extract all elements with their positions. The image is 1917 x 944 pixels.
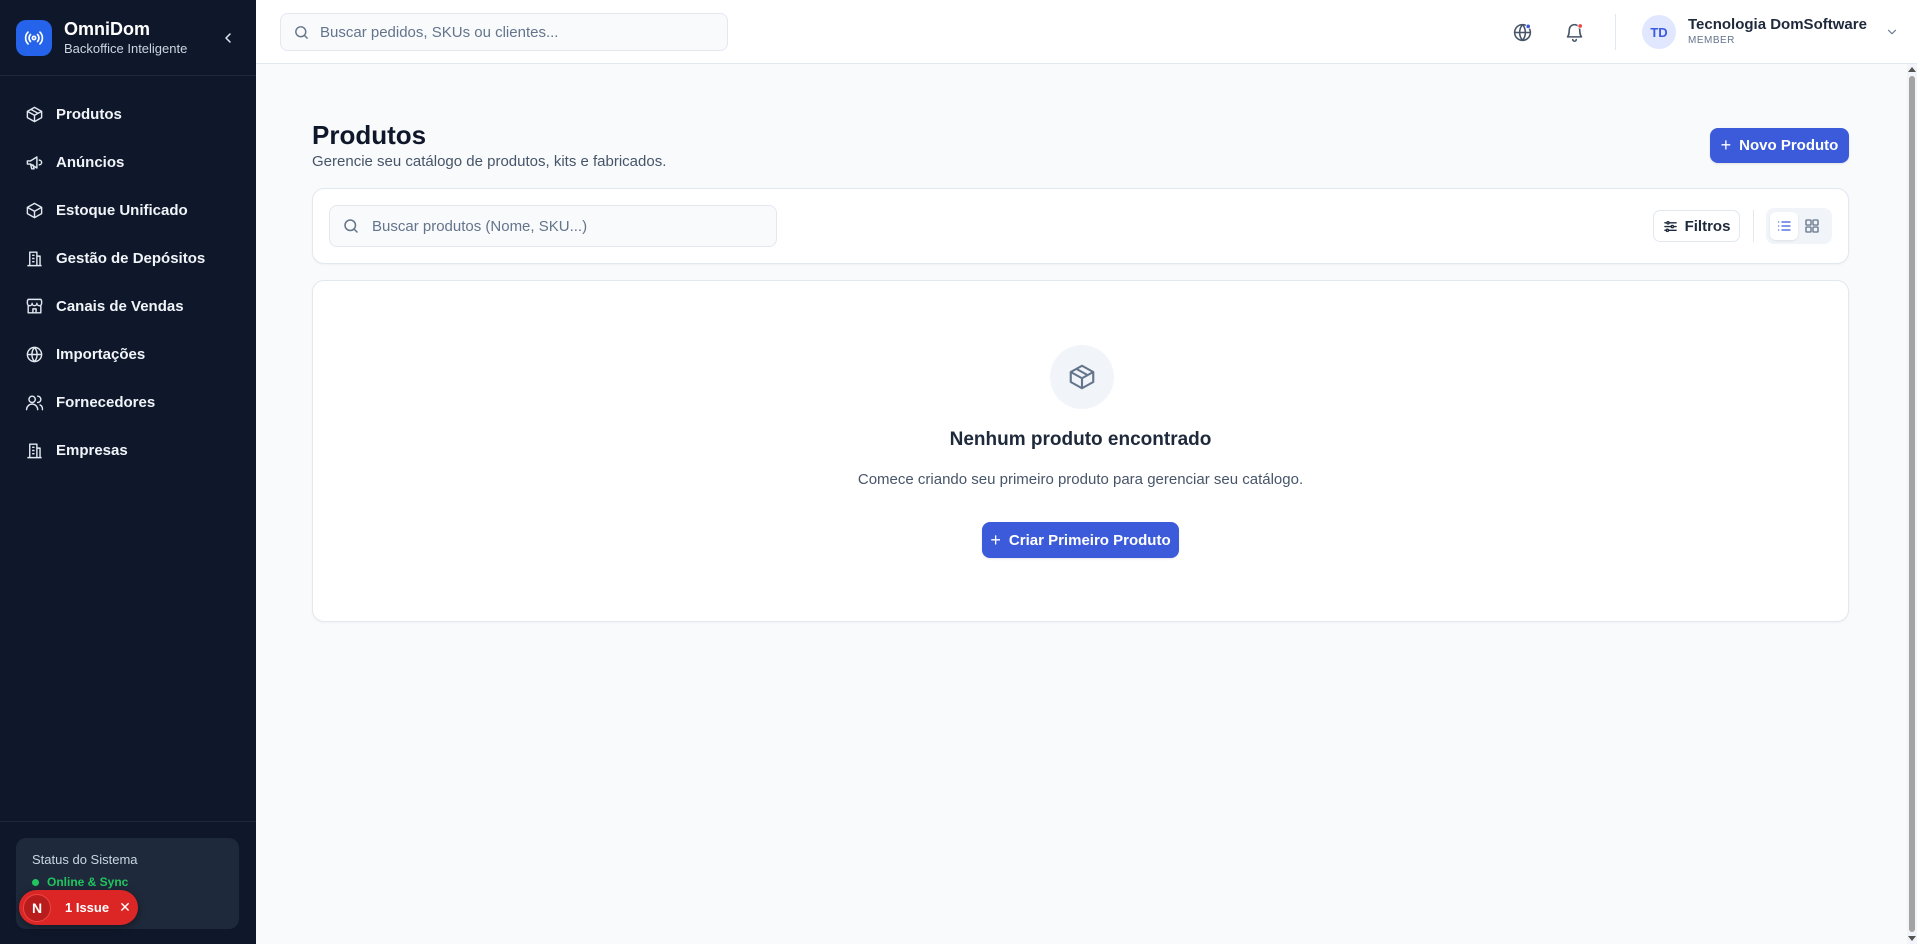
sidebar-item-label: Fornecedores — [56, 393, 156, 411]
top-header: TD Tecnologia DomSoftware MEMBER — [256, 0, 1917, 64]
sidebar-item-label: Produtos — [56, 105, 122, 123]
grid-icon — [1805, 219, 1819, 233]
sidebar-item-empresas[interactable]: Empresas — [0, 426, 256, 474]
search-icon — [293, 24, 310, 41]
notifications-button[interactable] — [1562, 20, 1586, 44]
chevron-down-icon — [1885, 25, 1899, 39]
product-search — [329, 205, 777, 247]
page-scrollbar[interactable] — [1907, 64, 1917, 944]
plus-icon: + — [1720, 135, 1732, 155]
grid-view-button[interactable] — [1798, 212, 1826, 240]
toolbar-divider — [1753, 210, 1754, 242]
megaphone-icon — [24, 152, 44, 172]
sidebar-item-label: Empresas — [56, 441, 128, 459]
sidebar-item-label: Anúncios — [56, 153, 125, 171]
scroll-thumb[interactable] — [1909, 76, 1915, 932]
empty-state-title: Nenhum produto encontrado — [949, 429, 1212, 450]
page-title: Produtos — [312, 120, 427, 150]
view-toggle — [1766, 208, 1832, 244]
sidebar-item-label: Estoque Unificado — [56, 201, 188, 219]
empty-state-text: Comece criando seu primeiro produto para… — [857, 471, 1304, 488]
user-name: Tecnologia DomSoftware — [1688, 16, 1867, 33]
sidebar-nav: Produtos Anúncios Estoque Unificado Gest… — [0, 76, 256, 474]
filters-label: Filtros — [1684, 217, 1731, 235]
collapse-sidebar-button[interactable] — [216, 26, 240, 50]
filters-button[interactable]: Filtros — [1653, 210, 1740, 242]
sidebar-item-fornecedores[interactable]: Fornecedores — [0, 378, 256, 426]
status-title: Status do Sistema — [32, 852, 138, 867]
broadcast-icon — [16, 19, 52, 56]
close-icon[interactable]: ✕ — [119, 899, 131, 916]
header-divider — [1615, 14, 1616, 50]
issues-badge[interactable]: N 1 Issue ✕ — [19, 890, 138, 925]
globe-icon — [1513, 23, 1531, 41]
brand-text: OmniDom Backoffice Inteligente — [64, 18, 216, 57]
create-first-product-label: Criar Primeiro Produto — [1008, 531, 1171, 549]
new-product-label: Novo Produto — [1739, 137, 1839, 154]
globe-icon — [24, 344, 44, 364]
chevron-left-icon — [225, 32, 231, 43]
sidebar-item-canais-vendas[interactable]: Canais de Vendas — [0, 282, 256, 330]
sidebar-item-gestao-depositos[interactable]: Gestão de Depósitos — [0, 234, 256, 282]
sidebar-item-label: Gestão de Depósitos — [56, 249, 206, 267]
status-indicator: Online & Sync — [32, 875, 223, 889]
create-first-product-button[interactable]: + Criar Primeiro Produto — [982, 522, 1179, 558]
brand-header: OmniDom Backoffice Inteligente — [0, 0, 256, 76]
package-icon — [1050, 345, 1114, 409]
sliders-icon — [1663, 219, 1678, 234]
issues-count: 1 Issue — [65, 900, 110, 915]
box-icon — [24, 200, 44, 220]
empty-state: Nenhum produto encontrado Comece criando… — [312, 280, 1849, 622]
status-dot-icon — [32, 878, 39, 886]
sidebar-item-importacoes[interactable]: Importações — [0, 330, 256, 378]
app-subtitle: Backoffice Inteligente — [64, 41, 188, 56]
sidebar-item-produtos[interactable]: Produtos — [0, 90, 256, 138]
sidebar-item-anuncios[interactable]: Anúncios — [0, 138, 256, 186]
plus-icon: + — [990, 529, 1001, 550]
user-role: MEMBER — [1688, 35, 1735, 46]
status-value: Online & Sync — [47, 875, 129, 889]
user-menu[interactable]: TD Tecnologia DomSoftware MEMBER — [1642, 14, 1899, 50]
global-search-input[interactable] — [320, 23, 727, 41]
sidebar-item-label: Importações — [56, 345, 146, 363]
sidebar-item-label: Canais de Vendas — [56, 297, 184, 315]
next-logo-icon: N — [23, 893, 51, 922]
new-product-button[interactable]: + Novo Produto — [1710, 128, 1849, 163]
list-view-button[interactable] — [1770, 212, 1798, 240]
global-search — [280, 13, 728, 51]
warehouse-icon — [24, 248, 44, 268]
store-icon — [24, 296, 44, 316]
product-search-input[interactable] — [372, 217, 776, 235]
products-toolbar: Filtros — [312, 188, 1849, 264]
package-icon — [24, 104, 44, 124]
sidebar-item-estoque-unificado[interactable]: Estoque Unificado — [0, 186, 256, 234]
building-icon — [24, 440, 44, 460]
scroll-down-icon[interactable] — [1908, 936, 1916, 941]
page-subtitle: Gerencie seu catálogo de produtos, kits … — [312, 153, 667, 170]
users-icon — [24, 392, 44, 412]
app-name: OmniDom — [64, 19, 151, 39]
search-icon — [342, 217, 360, 235]
language-button[interactable] — [1510, 20, 1534, 44]
avatar: TD — [1642, 15, 1676, 49]
list-icon — [1778, 221, 1791, 231]
scroll-up-icon[interactable] — [1908, 67, 1916, 72]
sidebar: OmniDom Backoffice Inteligente Produtos … — [0, 0, 256, 944]
bell-icon — [1566, 22, 1583, 42]
system-status-section: Status do Sistema Online & Sync — [0, 821, 256, 944]
user-info: Tecnologia DomSoftware MEMBER — [1688, 16, 1867, 48]
